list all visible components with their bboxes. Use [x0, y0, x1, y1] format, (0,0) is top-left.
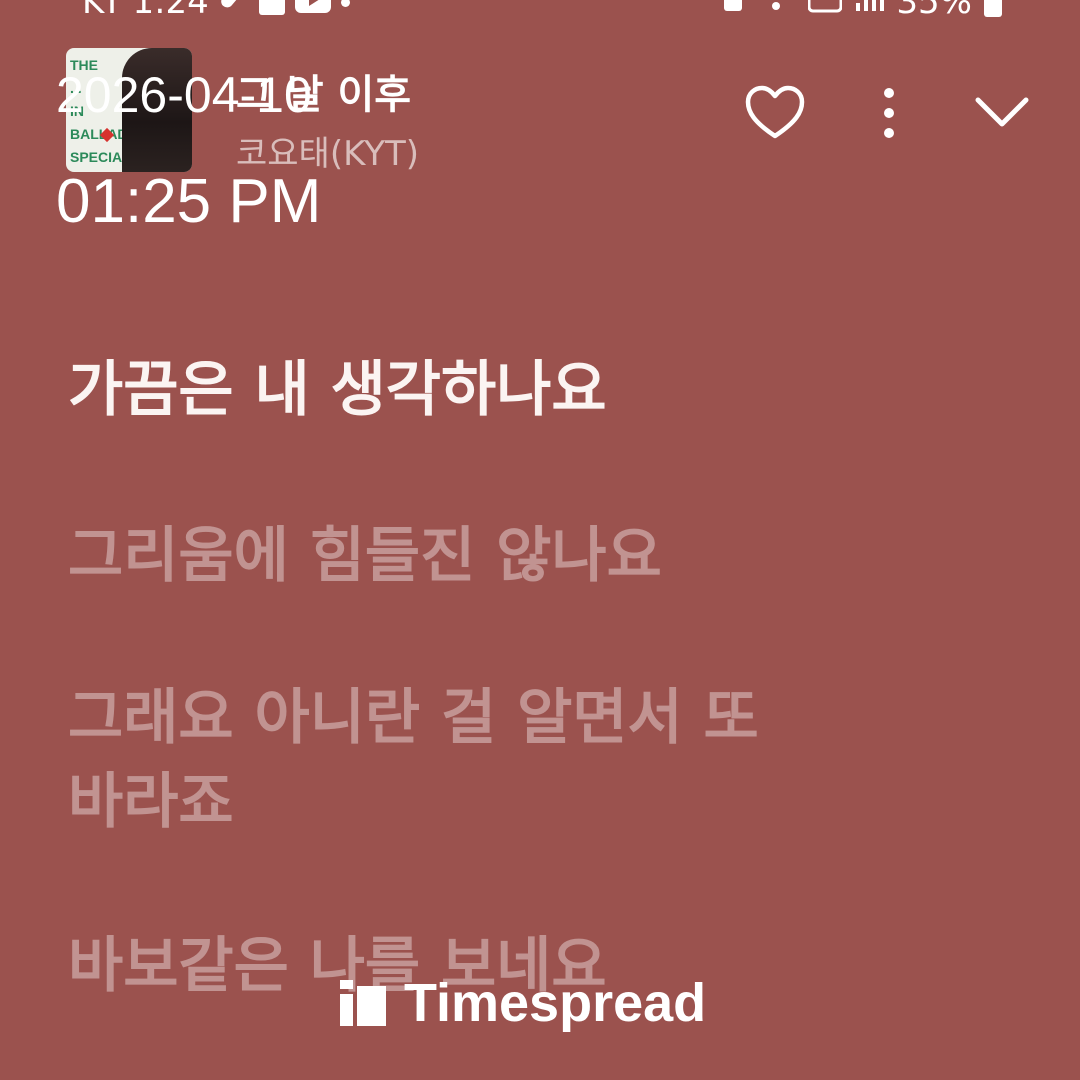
status-left: KT 1:24 — [82, 0, 350, 22]
signal-icon — [854, 0, 885, 22]
overlay-time: 01:25 PM — [56, 167, 322, 236]
status-bar: KT 1:24 35% — [0, 0, 1080, 28]
battery-percent: 35% — [896, 0, 972, 22]
pill-icon — [219, 0, 249, 22]
chevron-down-icon — [975, 97, 1029, 127]
watermark-text: Timespread — [404, 973, 707, 1033]
overlay-date: 2026-04-10 — [56, 67, 312, 123]
status-right: 35% — [722, 0, 1002, 22]
collapse-button[interactable] — [972, 92, 1032, 132]
timespread-logo-icon — [340, 980, 386, 1026]
gallery-icon — [258, 0, 285, 15]
carrier-label: KT — [82, 0, 123, 22]
heart-outline-icon — [745, 85, 805, 139]
dot-icon — [340, 0, 350, 7]
lyrics-screen: KT 1:24 35% THE ... IN BALLAD SPECIAL 그 … — [0, 0, 1080, 1080]
status-time: 1:24 — [132, 0, 209, 22]
watermark: Timespread — [340, 972, 706, 1034]
battery-icon — [984, 0, 1002, 17]
lyric-line[interactable]: 그리움에 힘들진 않나요 — [68, 514, 828, 598]
lyric-line-current[interactable]: 가끔은 내 생각하나요 — [68, 348, 828, 432]
wifi-icon — [756, 0, 796, 22]
like-button[interactable] — [744, 84, 806, 142]
lyric-line[interactable]: 그래요 아니란 걸 알면서 또 바라죠 — [68, 676, 828, 844]
more-options-button[interactable] — [872, 86, 906, 142]
more-vertical-icon — [884, 88, 894, 138]
music-note-icon — [722, 0, 744, 22]
youtube-icon — [294, 0, 331, 22]
hd-icon — [807, 0, 843, 22]
